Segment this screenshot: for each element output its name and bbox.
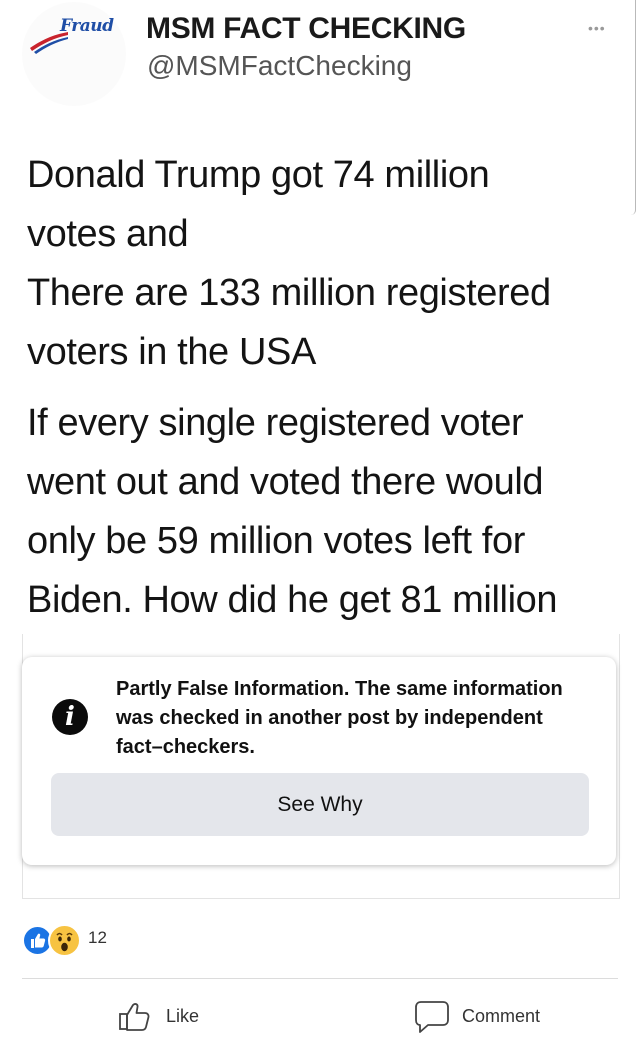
comment-icon — [415, 1001, 449, 1033]
see-why-button[interactable]: See Why — [51, 773, 589, 836]
post-text: Donald Trump got 74 million votes and Th… — [27, 146, 627, 630]
like-button[interactable]: Like — [118, 996, 228, 1036]
post-line: voters in the USA — [27, 331, 316, 373]
fact-check-card: i Partly False Information. The same inf… — [22, 657, 616, 865]
post-line: Donald Trump got 74 million — [27, 154, 490, 196]
post-line: Biden. How did he get 81 million — [27, 579, 558, 621]
like-label: Like — [166, 1006, 200, 1026]
post-line: There are 133 million registered — [27, 272, 551, 314]
display-name[interactable]: MSM FACT CHECKING — [146, 12, 466, 46]
reaction-count: 12 — [88, 928, 107, 947]
user-handle[interactable]: @MSMFactChecking — [147, 50, 412, 82]
comment-button[interactable]: Comment — [414, 996, 564, 1036]
thumbs-up-icon — [119, 1003, 150, 1031]
post-line: votes and — [27, 213, 189, 255]
fact-check-line: was checked in another post by independe… — [116, 707, 543, 729]
post-line: If every single registered voter — [27, 402, 524, 444]
info-icon: i — [52, 699, 88, 735]
avatar[interactable]: Fraud — [22, 2, 126, 106]
fact-check-message: Partly False Information. The same infor… — [116, 675, 586, 762]
fact-check-line: Partly False Information. The same infor… — [116, 678, 563, 700]
scroll-edge — [631, 0, 636, 215]
logo-text: Fraud — [60, 16, 114, 36]
divider — [22, 978, 618, 979]
comment-label: Comment — [462, 1006, 541, 1026]
fact-check-line: fact–checkers. — [116, 736, 255, 758]
more-dots-icon[interactable]: ••• — [588, 20, 606, 36]
post-paragraph: Donald Trump got 74 million votes and Th… — [27, 146, 627, 382]
post-paragraph: If every single registered voter went ou… — [27, 394, 627, 630]
post-line: went out and voted there would — [27, 461, 544, 503]
post-page: Fraud MSM FACT CHECKING @MSMFactChecking… — [0, 0, 640, 1039]
wow-reaction-icon — [48, 924, 81, 957]
post-line: only be 59 million votes left for — [27, 520, 525, 562]
